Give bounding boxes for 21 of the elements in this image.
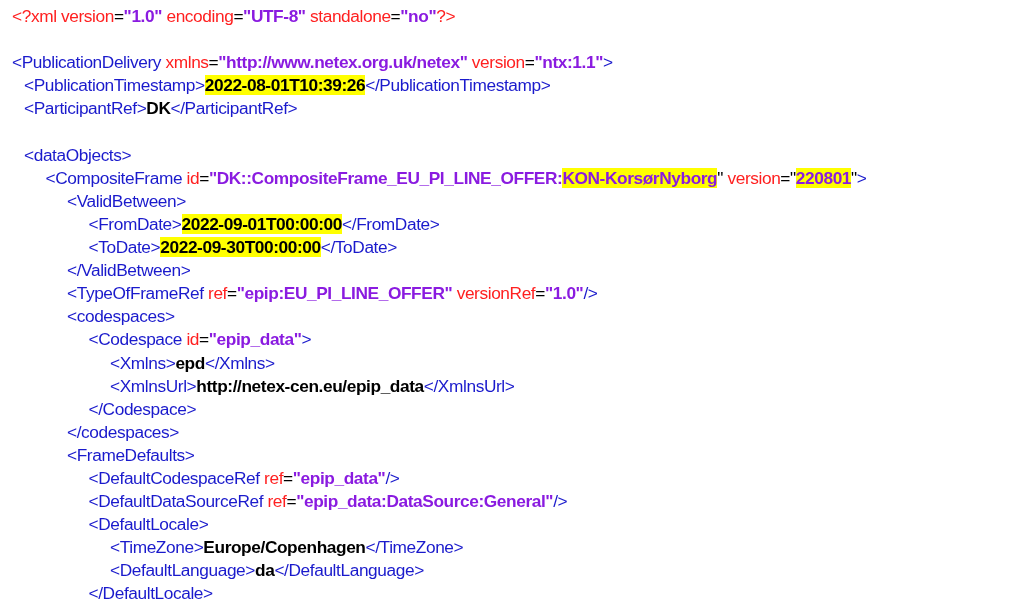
code-line: <DefaultLanguage>da</DefaultLanguage> (110, 560, 424, 581)
code-line: <FromDate>2022-09-01T00:00:00</FromDate> (88, 213, 440, 234)
code-line: <ParticipantRef>DK</ParticipantRef> (24, 98, 298, 119)
code-line: <ValidBetween> (67, 190, 186, 211)
code-line: <?xml version="1.0" encoding="UTF-8" standalone="no"?> (12, 6, 456, 27)
code-line: <Codespace id="epip_data"> (88, 329, 312, 350)
code-line: <TimeZone>Europe/Copenhagen</TimeZone> (110, 537, 464, 558)
code-line: <DefaultCodespaceRef ref="epip_data"/> (88, 467, 400, 488)
code-line: </ValidBetween> (67, 260, 191, 281)
code-line: <DefaultLocale> (88, 514, 209, 535)
code-line: <XmlnsUrl>http://netex-cen.eu/epip_data</XmlnsUrl> (110, 375, 515, 396)
code-line: <FrameDefaults> (67, 444, 195, 465)
code-line: <TypeOfFrameRef ref="epip:EU_PI_LINE_OFFER" versionRef="1.0"/> (67, 283, 598, 304)
code-line: <dataObjects> (24, 144, 132, 165)
code-line: <DefaultDataSourceRef ref="epip_data:DataSource:General"/> (88, 491, 568, 512)
code-line: <Xmlns>epd</Xmlns> (110, 352, 275, 373)
code-line: </DefaultLocale> (88, 583, 213, 604)
code-line: </Codespace> (88, 398, 197, 419)
code-line: </codespaces> (67, 421, 179, 442)
code-line: <PublicationDelivery xmlns="http://www.netex.org.uk/netex" version="ntx:1.1"> (12, 52, 613, 73)
code-line: <codespaces> (67, 306, 175, 327)
